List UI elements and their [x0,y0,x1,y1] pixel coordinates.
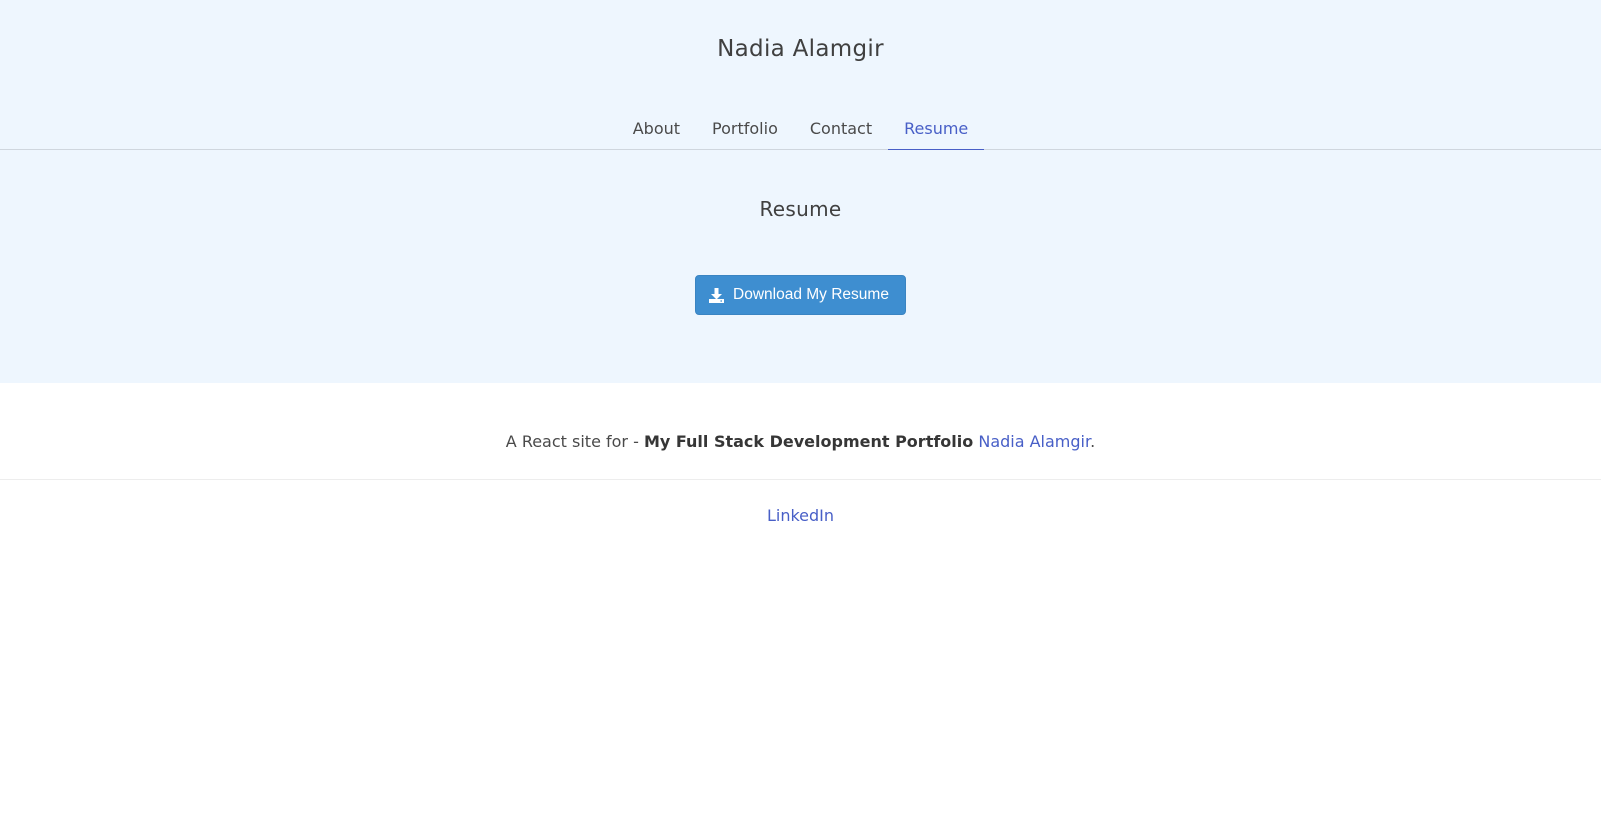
tab-resume[interactable]: Resume [888,108,985,150]
footer-prefix: A React site for - [505,432,644,451]
button-container: Download My Resume [0,275,1601,315]
tab-contact[interactable]: Contact [794,108,888,150]
tab-portfolio[interactable]: Portfolio [696,108,794,150]
linkedin-container: LinkedIn [0,506,1601,525]
download-button-label: Download My Resume [733,286,889,303]
footer-divider [0,479,1601,480]
page: Nadia Alamgir About Portfolio Contact Re… [0,0,1601,831]
download-icon [708,287,725,304]
footer-text: A React site for - My Full Stack Develop… [0,432,1601,451]
hero-section: Nadia Alamgir About Portfolio Contact Re… [0,0,1601,383]
site-title: Nadia Alamgir [717,36,884,62]
tab-about[interactable]: About [617,108,696,150]
download-resume-button[interactable]: Download My Resume [695,275,906,315]
footer-suffix: . [1090,432,1096,451]
footer-bold-text: My Full Stack Development Portfolio [643,432,974,451]
author-link[interactable]: Nadia Alamgir [978,432,1090,451]
linkedin-link[interactable]: LinkedIn [767,506,834,525]
section-heading: Resume [759,197,842,221]
nav-tabs: About Portfolio Contact Resume [0,108,1601,150]
